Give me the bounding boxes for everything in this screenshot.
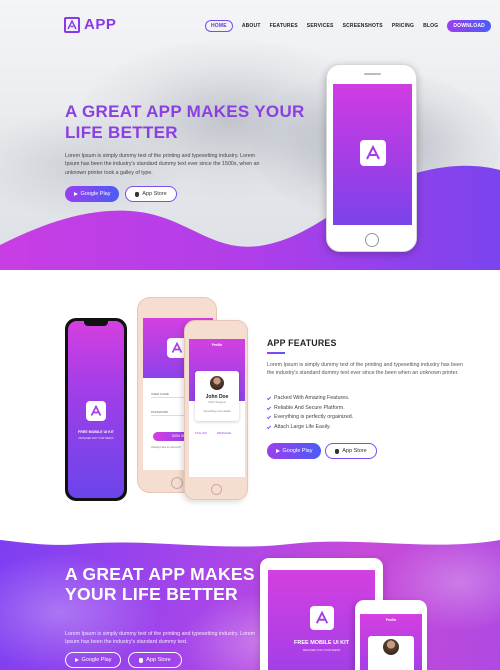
apple-icon [135, 191, 140, 197]
cta-title: A GREAT APP MAKES YOUR LIFE BETTER [65, 564, 255, 604]
profile-phone-mockup: Profile [355, 600, 427, 670]
phone-screen [333, 84, 412, 225]
nav-item-features[interactable]: FEATURES [270, 23, 298, 29]
app-store-button[interactable]: App Store [128, 652, 182, 668]
main-nav: HOME ABOUT FEATURES SERVICES SCREENSHOTS… [205, 20, 491, 32]
google-play-button[interactable]: Google Play [267, 443, 321, 459]
app-store-button[interactable]: App Store [325, 443, 377, 459]
google-play-button[interactable]: Google Play [65, 186, 119, 202]
home-button [365, 233, 379, 247]
play-icon [275, 449, 280, 453]
avatar [209, 375, 225, 391]
logo-text: APP [84, 16, 117, 33]
home-button [211, 484, 222, 495]
features-title: APP FEATURES [267, 338, 337, 348]
list-item-label: Reliable And Secure Platform. [274, 404, 345, 411]
phone-screen [68, 321, 124, 498]
message-label: MESSAGE [217, 431, 231, 435]
google-play-label: Google Play [81, 657, 112, 663]
app-logo-icon [310, 606, 334, 630]
home-button [171, 477, 183, 489]
list-item: Reliable And Secure Platform. [266, 404, 353, 414]
list-item: Everything is perfectly orgainized. [266, 413, 354, 423]
profile-card: John Doe UI/UX Designer Something more d… [195, 371, 239, 421]
check-icon [266, 405, 272, 410]
google-play-label: Google Play [282, 448, 313, 454]
features-section: FREE MOBILE UI KIT DESIGNED FOR YOUR NEE… [0, 270, 500, 532]
cta-description: Lorem Ipsum is simply dummy text of the … [65, 631, 256, 646]
nav-item-home[interactable]: HOME [205, 20, 233, 32]
forgot-text: Already have an account? [151, 446, 181, 449]
ui-kit-subtitle: DESIGNED FOR YOUR NEEDS [78, 437, 114, 440]
phone-x-mockup: FREE MOBILE UI KIT DESIGNED FOR YOUR NEE… [65, 318, 127, 525]
list-item: Attach Large Life Easily. [266, 423, 353, 433]
profile-desc: Something more details [203, 410, 231, 413]
google-play-button[interactable]: Google Play [65, 652, 121, 668]
features-description: Lorem Ipsum is simply dummy text of the … [267, 362, 463, 377]
app-logo-icon [360, 140, 386, 166]
list-item: Packed With Amazing Features. [266, 394, 353, 404]
google-play-label: Google Play [80, 191, 111, 197]
ui-kit-title: FREE MOBILE UI KIT [78, 430, 114, 434]
avatar [383, 639, 399, 655]
logo-icon [64, 16, 80, 33]
profile-phone-mockup: Profile John Doe UI/UX Designer Somethin… [184, 320, 248, 500]
loading-icon [91, 517, 99, 525]
apple-icon [139, 657, 144, 663]
play-icon [73, 192, 78, 196]
nav-item-pricing[interactable]: PRICING [392, 23, 414, 29]
profile-title: Profile [211, 343, 223, 347]
list-item-label: Everything is perfectly orgainized. [274, 414, 354, 420]
profile-role: UI/UX Designer [207, 401, 227, 404]
phone-speaker [364, 73, 381, 75]
features-list: Packed With Amazing Features. Reliable A… [266, 394, 354, 433]
app-store-label: App Store [342, 448, 367, 454]
hero-description: Lorem Ipsum is simply dummy text of the … [65, 153, 260, 176]
phone-notch [84, 321, 108, 326]
apple-icon [335, 448, 340, 454]
download-button[interactable]: DOWNLOAD [447, 20, 491, 32]
list-item-label: Packed With Amazing Features. [274, 395, 350, 401]
phone-screen: Profile [360, 614, 422, 670]
check-icon [266, 424, 272, 429]
hero-phone-mockup [326, 64, 417, 252]
cta-section: A GREAT APP MAKES YOUR LIFE BETTER Lorem… [0, 532, 500, 670]
follow-label: FOLLOW [195, 431, 207, 435]
nav-item-about[interactable]: ABOUT [242, 23, 261, 29]
profile-card [368, 636, 414, 670]
app-store-label: App Store [146, 657, 171, 663]
list-item-label: Attach Large Life Easily. [274, 423, 331, 430]
nav-item-screenshots[interactable]: SCREENSHOTS [343, 23, 383, 29]
play-icon [74, 658, 79, 662]
check-icon [266, 396, 272, 401]
app-logo-icon [86, 401, 106, 421]
app-store-button[interactable]: App Store [125, 186, 177, 202]
profile-name: John Doe [205, 394, 229, 400]
nav-item-services[interactable]: SERVICES [307, 23, 334, 29]
nav-item-blog[interactable]: BLOG [423, 23, 438, 29]
logo[interactable]: APP [64, 16, 116, 33]
check-icon [266, 415, 272, 420]
hero-section: APP HOME ABOUT FEATURES SERVICES SCREENS… [0, 0, 500, 270]
profile-title: Profile [385, 618, 397, 622]
title-underline [267, 352, 285, 354]
app-store-label: App Store [142, 191, 167, 197]
phone-screen: Profile John Doe UI/UX Designer Somethin… [189, 339, 245, 477]
hero-title: A GREAT APP MAKES YOUR LIFE BETTER [65, 102, 305, 142]
